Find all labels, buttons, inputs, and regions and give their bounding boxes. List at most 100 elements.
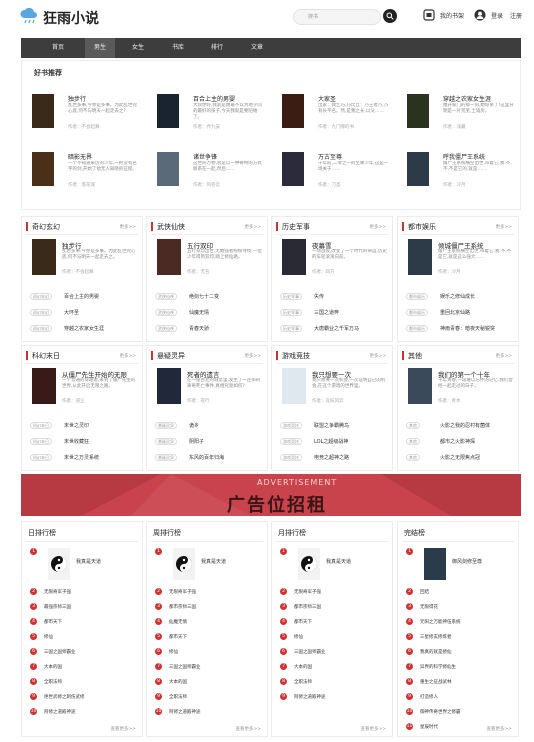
category-title[interactable]: 游戏竞技 <box>282 351 310 361</box>
rank-item[interactable]: 最强宗师三国 <box>44 604 71 610</box>
rank-item[interactable]: 修仙 <box>294 634 303 640</box>
login-link[interactable]: 登录 <box>491 11 503 20</box>
book-title[interactable]: 大家圣 <box>318 94 336 103</box>
register-link[interactable]: 注册 <box>510 11 522 20</box>
category-tag[interactable]: 奇幻玄幻 <box>30 325 52 332</box>
recommend-book[interactable]: 呼我僵尸王系统 僵尸王系统横空出世,带着它,我:不,不,不是它的,就是…… 作者：冷… <box>407 152 517 196</box>
category-tag[interactable]: 悬疑灵异 <box>155 422 177 429</box>
book-cover[interactable] <box>32 152 54 186</box>
list-item[interactable]: 娱乐之修仙成长 <box>440 293 475 300</box>
rank-item[interactable]: 无限奇军子强 <box>294 589 321 595</box>
category-tag[interactable]: 历史军事 <box>280 309 302 316</box>
rank-item[interactable]: 三国之国师霸业 <box>169 664 201 670</box>
rank-item[interactable]: 御神传奇世界之修霸 <box>420 709 461 715</box>
category-tag[interactable]: 武侠仙侠 <box>155 309 177 316</box>
nav-female[interactable]: 女生 <box>123 38 153 58</box>
rank-item[interactable]: 元阳之万能神伍系统 <box>420 619 461 625</box>
list-item[interactable]: 电竞之超神之路 <box>314 454 349 461</box>
rank-item[interactable]: 打造修人 <box>420 694 438 700</box>
category-tag[interactable]: 其他 <box>406 422 420 429</box>
book-cover[interactable] <box>407 94 429 128</box>
category-more-link[interactable]: 更多>> <box>119 224 136 230</box>
rank-item[interactable]: 全职法师 <box>294 679 312 685</box>
recommend-book[interactable]: 独步行 乱世多事,今亦是多事。为此乱世兜心底,何不与明天一起走去之? 作者：不会起舞 <box>32 94 142 138</box>
category-tag[interactable]: 游戏竞技 <box>280 422 302 429</box>
rank-item[interactable]: 我真的就是修仙 <box>420 649 452 655</box>
book-cover[interactable] <box>408 368 432 404</box>
category-title[interactable]: 都市娱乐 <box>408 222 436 232</box>
recommend-book[interactable]: 大家圣 出家：我乞巧,乃比丘：乃王者乃,乃有长平名。然,是我之长,以父…… 作者：九… <box>282 94 392 138</box>
nav-rank[interactable]: 排行 <box>202 38 232 58</box>
category-more-link[interactable]: 更多>> <box>495 224 512 230</box>
book-title[interactable]: 百合上主的男婴 <box>193 94 235 103</box>
list-item[interactable]: 火影之无限焦点冠 <box>440 454 480 461</box>
book-cover[interactable] <box>407 152 429 186</box>
rank-top-title[interactable]: 我真是天道 <box>76 558 101 565</box>
rank-item[interactable]: 绝世武修之刺伤武修 <box>44 694 85 700</box>
list-item[interactable]: 诡乡 <box>189 422 199 429</box>
rank-item[interactable]: 都市天下 <box>44 619 62 625</box>
rank-item[interactable]: 阿修之道殿神途 <box>44 709 76 715</box>
category-more-link[interactable]: 更多>> <box>244 353 261 359</box>
book-cover[interactable] <box>32 368 56 404</box>
category-tag[interactable]: 历史军事 <box>280 293 302 300</box>
list-item[interactable]: 阴阳子 <box>189 438 204 445</box>
nav-library[interactable]: 书库 <box>163 38 193 58</box>
category-tag[interactable]: 奇幻玄幻 <box>30 293 52 300</box>
rank-more-link[interactable]: 查看更多>> <box>110 726 136 732</box>
book-cover[interactable] <box>173 548 195 580</box>
rank-item[interactable]: 修仙 <box>169 649 178 655</box>
category-tag[interactable]: 游戏竞技 <box>280 454 302 461</box>
category-tag[interactable]: 都市娱乐 <box>406 309 428 316</box>
rank-item[interactable]: 都市宗师三国 <box>294 604 321 610</box>
rank-item[interactable]: 无限得花 <box>420 604 438 610</box>
book-cover[interactable] <box>157 239 181 275</box>
rank-more-link[interactable]: 查看更多>> <box>486 726 512 732</box>
rank-item[interactable]: 都市天下 <box>294 619 312 625</box>
category-title[interactable]: 奇幻玄幻 <box>32 222 60 232</box>
rank-item[interactable]: 大本的国 <box>44 664 62 670</box>
category-title[interactable]: 科幻末日 <box>32 351 60 361</box>
book-title[interactable]: 独步行 <box>68 94 86 103</box>
rank-item[interactable]: 回结 <box>420 589 429 595</box>
nav-articles[interactable]: 文章 <box>242 38 272 58</box>
list-item[interactable]: 火影之我的忍村有菌体 <box>440 422 490 429</box>
book-cover[interactable] <box>282 94 304 128</box>
site-logo-text[interactable]: 狂雨小说 <box>43 8 99 28</box>
recommend-book[interactable]: 暗影无界 一个不知道来历的少年,一把没有名字的剑,开始了他无人知晓的征程。 作者：落… <box>32 152 142 196</box>
rank-item[interactable]: 三国之国师霸业 <box>294 649 326 655</box>
rank-item[interactable]: 都市宗师三国 <box>169 604 196 610</box>
rank-item[interactable]: 都市天下 <box>169 634 187 640</box>
rank-more-link[interactable]: 查看更多>> <box>360 726 386 732</box>
recommend-book[interactable]: 诸世争锋 这世间万物,总是以一种奇特的方式联系在一起,然后…… 作者：风卷云 <box>157 152 267 196</box>
book-cover[interactable] <box>408 239 432 275</box>
book-cover[interactable] <box>424 548 446 580</box>
list-item[interactable]: 末世之灵印 <box>64 422 89 429</box>
book-title[interactable]: 穿越之农家女生涯 <box>443 94 491 103</box>
rank-item[interactable]: 阿修之道殿神途 <box>169 709 201 715</box>
rank-top-title[interactable]: 御风剑修至尊 <box>452 558 482 565</box>
list-item[interactable]: 青春天骄 <box>189 325 209 332</box>
rank-item[interactable]: 异界的科学修仙生 <box>420 664 456 670</box>
category-more-link[interactable]: 更多>> <box>495 353 512 359</box>
rank-item[interactable]: 无限奇军子强 <box>169 589 196 595</box>
list-item[interactable]: 东风的百年归海 <box>189 454 224 461</box>
book-cover[interactable] <box>282 239 306 275</box>
ad-banner[interactable]: ADVERTISEMENT 广告位招租 <box>21 474 521 516</box>
book-title[interactable]: 暗影无界 <box>68 152 92 161</box>
search-input[interactable]: 搜书 <box>293 9 381 25</box>
rank-item[interactable]: 重生之征战武林 <box>420 679 452 685</box>
list-item[interactable]: 大环圣 <box>64 309 79 316</box>
category-tag[interactable]: 游戏竞技 <box>280 438 302 445</box>
book-cover[interactable] <box>298 548 320 580</box>
category-tag[interactable]: 武侠仙侠 <box>155 293 177 300</box>
category-tag[interactable]: 都市娱乐 <box>406 293 428 300</box>
list-item[interactable]: 末世收藏狂 <box>64 438 89 445</box>
category-more-link[interactable]: 更多>> <box>119 353 136 359</box>
category-more-link[interactable]: 更多>> <box>369 224 386 230</box>
category-tag[interactable]: 科幻末日 <box>30 422 52 429</box>
rank-item[interactable]: 阿修之道殿神途 <box>294 694 326 700</box>
list-item[interactable]: 联盟之争霸腾鸟 <box>314 422 349 429</box>
nav-home[interactable]: 首页 <box>43 38 73 58</box>
rank-item[interactable]: 全职法师 <box>44 679 62 685</box>
